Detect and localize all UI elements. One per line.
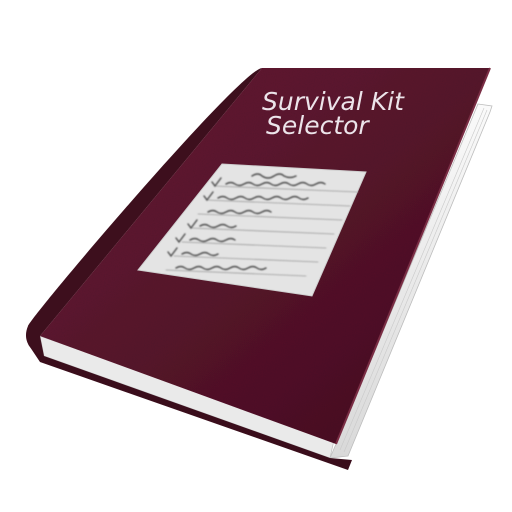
survival-kit-book-scene: Survival Kit Selector bbox=[0, 0, 512, 512]
book-title-line-2: Selector bbox=[266, 111, 370, 140]
book-illustration: Survival Kit Selector bbox=[25, 67, 493, 470]
